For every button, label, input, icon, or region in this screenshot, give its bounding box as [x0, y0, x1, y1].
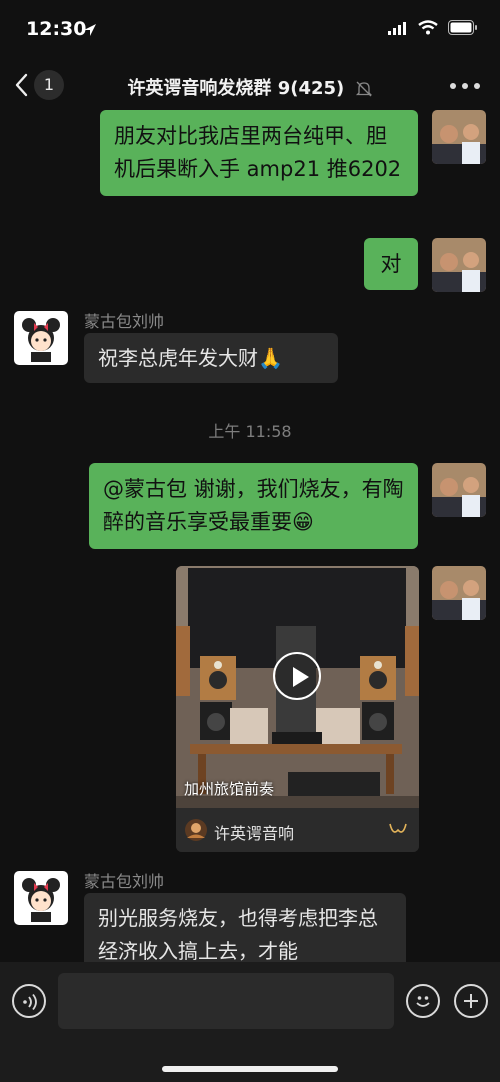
my-avatar[interactable]	[432, 110, 486, 164]
cartoon-girl-avatar-icon	[14, 871, 68, 925]
sender-name: 蒙古包刘帅	[84, 312, 165, 331]
avatar-photo-icon	[432, 463, 486, 517]
my-avatar[interactable]	[432, 463, 486, 517]
avatar-photo-icon	[432, 566, 486, 620]
emoji-icon	[416, 996, 430, 1007]
battery-icon	[448, 20, 477, 35]
video-caption: 加州旅馆前奏	[184, 780, 275, 798]
mute-bell-icon	[355, 81, 372, 97]
message-bubble-outgoing[interactable]: 朋友对比我店里两台纯甲、胆机后果断入手 amp21 推6202	[100, 110, 418, 196]
plus-icon	[464, 994, 478, 1008]
video-thumbnail[interactable]: 加州旅馆前奏	[176, 566, 419, 808]
more-dot	[450, 83, 456, 89]
signal-icon	[388, 21, 406, 35]
message-timestamp: 上午 11:58	[208, 422, 292, 441]
channel-avatar-icon	[185, 819, 207, 841]
status-time: 12:30	[26, 18, 87, 40]
home-indicator	[162, 1066, 338, 1072]
sender-avatar[interactable]	[14, 871, 68, 925]
location-arrow-icon	[84, 24, 96, 36]
message-bubble-outgoing[interactable]: 对	[364, 238, 418, 290]
sender-name: 蒙古包刘帅	[84, 872, 165, 891]
emoji-button[interactable]	[406, 984, 440, 1018]
play-button[interactable]	[273, 652, 321, 700]
avatar-photo-icon	[432, 238, 486, 292]
message-input[interactable]	[58, 973, 394, 1029]
status-bar: 12:30	[0, 0, 500, 62]
more-dot	[462, 83, 468, 89]
my-avatar[interactable]	[432, 238, 486, 292]
message-bubble-outgoing[interactable]: @蒙古包 谢谢，我们烧友，有陶醉的音乐享受最重要😁	[89, 463, 418, 549]
chat-title: 许英谔音响发烧群 9(425)	[0, 74, 500, 100]
channels-logo-icon	[389, 823, 407, 833]
more-options-button[interactable]	[450, 74, 480, 98]
avatar-photo-icon	[432, 110, 486, 164]
voice-icon	[23, 993, 37, 1011]
video-footer[interactable]: 许英谔音响	[176, 808, 419, 852]
video-message-card[interactable]: 加州旅馆前奏 许英谔音响	[176, 566, 419, 852]
wifi-icon	[418, 20, 438, 35]
message-bubble-incoming[interactable]: 祝李总虎年发大财🙏	[84, 333, 338, 383]
more-dot	[474, 83, 480, 89]
channel-name: 许英谔音响	[214, 824, 295, 843]
voice-input-button[interactable]	[12, 984, 46, 1018]
group-name: 许英谔音响发烧群 9(425)	[127, 78, 345, 99]
sender-avatar[interactable]	[14, 311, 68, 365]
status-icons	[388, 20, 478, 35]
cartoon-girl-avatar-icon	[14, 311, 68, 365]
input-bar	[0, 962, 500, 1082]
more-functions-button[interactable]	[454, 984, 488, 1018]
chat-header: 1 许英谔音响发烧群 9(425)	[0, 62, 500, 110]
my-avatar[interactable]	[432, 566, 486, 620]
